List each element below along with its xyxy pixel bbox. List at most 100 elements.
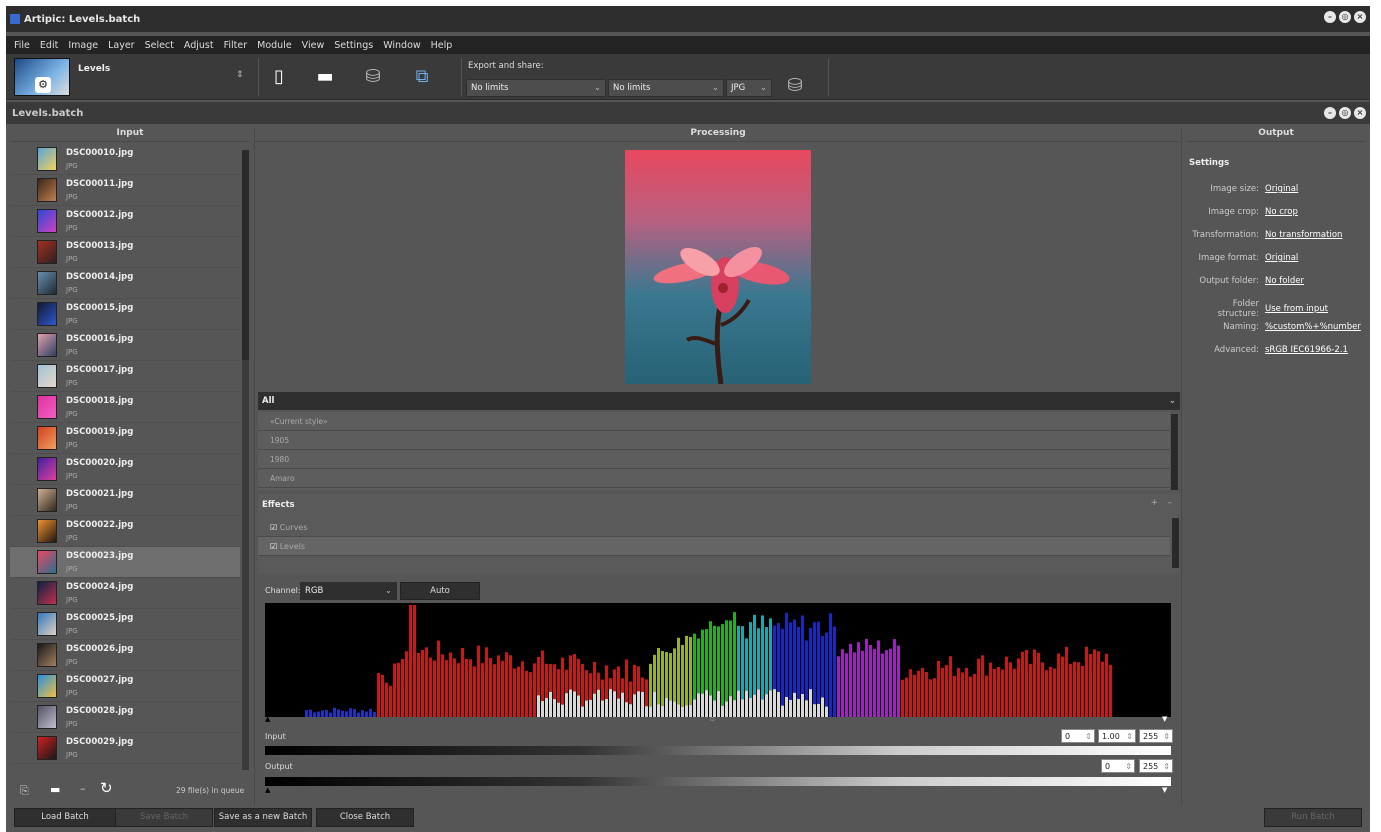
input-gradient-slider[interactable] bbox=[265, 746, 1171, 755]
histogram-bar bbox=[353, 709, 356, 717]
batch-icon[interactable]: ⧉ bbox=[411, 66, 433, 88]
setting-value-link[interactable]: Use from input bbox=[1265, 304, 1328, 314]
effect-item[interactable]: ☑ Curves bbox=[258, 518, 1170, 537]
checkbox-icon[interactable]: ☑ bbox=[270, 523, 280, 532]
input-white-field[interactable]: 255 ⇕ bbox=[1139, 729, 1173, 743]
style-item[interactable]: Amaro bbox=[258, 469, 1170, 488]
file-list-scrollbar[interactable] bbox=[242, 150, 249, 770]
histogram-mid-marker[interactable]: ▫ bbox=[710, 715, 715, 723]
file-list-item[interactable]: DSC00016.jpg JPG bbox=[10, 330, 240, 361]
setting-value-link[interactable]: %custom%+%number bbox=[1265, 322, 1361, 332]
limit-select-1[interactable]: No limits ⌄ bbox=[466, 79, 606, 97]
file-list-scrollbar-thumb[interactable] bbox=[242, 150, 249, 360]
effects-scrollbar[interactable] bbox=[1172, 518, 1179, 568]
style-item[interactable]: 1905 bbox=[258, 431, 1170, 450]
output-white-field[interactable]: 255 ⇕ bbox=[1139, 759, 1173, 773]
load-batch-button[interactable]: Load Batch bbox=[14, 808, 116, 827]
menu-image[interactable]: Image bbox=[68, 40, 98, 51]
file-list-item[interactable]: DSC00026.jpg JPG bbox=[10, 640, 240, 671]
restore-icon[interactable]: ◎ bbox=[1339, 11, 1351, 23]
menu-select[interactable]: Select bbox=[145, 40, 174, 51]
file-list-item[interactable]: DSC00025.jpg JPG bbox=[10, 609, 240, 640]
checkbox-icon[interactable]: ☑ bbox=[270, 542, 280, 551]
auto-button[interactable]: Auto bbox=[400, 582, 480, 600]
file-list-item[interactable]: DSC00013.jpg JPG bbox=[10, 237, 240, 268]
run-batch-button[interactable]: Run Batch bbox=[1264, 808, 1362, 827]
setting-value-link[interactable]: Original bbox=[1265, 253, 1298, 263]
menu-window[interactable]: Window bbox=[383, 40, 420, 51]
refresh-icon[interactable]: ↻ bbox=[100, 779, 113, 797]
menu-help[interactable]: Help bbox=[431, 40, 453, 51]
style-filter-bar[interactable]: All ⌄ bbox=[258, 392, 1180, 410]
file-list-item[interactable]: DSC00012.jpg JPG bbox=[10, 206, 240, 237]
format-select[interactable]: JPG ⌄ bbox=[726, 79, 772, 97]
menu-filter[interactable]: Filter bbox=[224, 40, 248, 51]
file-list-item[interactable]: DSC00014.jpg JPG bbox=[10, 268, 240, 299]
file-list-item[interactable]: DSC00011.jpg JPG bbox=[10, 175, 240, 206]
file-list-item[interactable]: DSC00024.jpg JPG bbox=[10, 578, 240, 609]
add-folder-icon[interactable]: ▬ bbox=[50, 783, 60, 796]
file-list-item[interactable]: DSC00018.jpg JPG bbox=[10, 392, 240, 423]
doc-restore-icon[interactable]: ◎ bbox=[1339, 107, 1351, 119]
channel-select[interactable]: RGB ⌄ bbox=[300, 582, 397, 600]
input-black-field[interactable]: 0 ⇕ bbox=[1061, 729, 1095, 743]
setting-value-link[interactable]: Original bbox=[1265, 184, 1298, 194]
histogram-bar bbox=[745, 690, 748, 717]
input-gamma-field[interactable]: 1.00 ⇕ bbox=[1098, 729, 1136, 743]
histogram-white-marker[interactable]: ▼ bbox=[1162, 715, 1167, 723]
remove-icon[interactable]: – bbox=[80, 782, 86, 795]
export-icon[interactable]: ⛁ bbox=[784, 75, 806, 97]
add-file-icon[interactable]: ⎘ bbox=[20, 784, 29, 798]
close-batch-button[interactable]: Close Batch bbox=[316, 808, 414, 827]
menu-file[interactable]: File bbox=[14, 40, 30, 51]
save-as-new-batch-button[interactable]: Save as a new Batch bbox=[214, 808, 312, 827]
menu-settings[interactable]: Settings bbox=[334, 40, 373, 51]
setting-value-link[interactable]: No crop bbox=[1265, 207, 1298, 217]
new-document-icon[interactable]: ▯ bbox=[268, 66, 290, 88]
menu-layer[interactable]: Layer bbox=[108, 40, 135, 51]
output-black-field[interactable]: 0 ⇕ bbox=[1101, 759, 1135, 773]
close-icon[interactable]: × bbox=[1354, 11, 1366, 23]
doc-minimize-icon[interactable]: – bbox=[1324, 107, 1336, 119]
menu-view[interactable]: View bbox=[302, 40, 325, 51]
preset-thumbnail[interactable]: ⚙ bbox=[14, 58, 70, 96]
file-list-item[interactable]: DSC00015.jpg JPG bbox=[10, 299, 240, 330]
remove-effect-button[interactable]: – bbox=[1168, 498, 1173, 508]
file-list-item[interactable]: DSC00023.jpg JPG bbox=[10, 547, 240, 578]
output-white-marker[interactable]: ▼ bbox=[1162, 786, 1167, 794]
save-batch-button[interactable]: Save Batch bbox=[115, 808, 213, 827]
save-icon[interactable]: ⛁ bbox=[362, 66, 384, 88]
setting-value-link[interactable]: sRGB IEC61966-2.1 bbox=[1265, 345, 1348, 355]
setting-value-link[interactable]: No folder bbox=[1265, 276, 1304, 286]
file-list-item[interactable]: DSC00010.jpg JPG bbox=[10, 144, 240, 175]
effect-item[interactable]: ☑ Levels bbox=[258, 537, 1170, 556]
file-list-item[interactable]: DSC00022.jpg JPG bbox=[10, 516, 240, 547]
doc-close-icon[interactable]: × bbox=[1354, 107, 1366, 119]
limit-select-2[interactable]: No limits ⌄ bbox=[608, 79, 724, 97]
file-list-item[interactable]: DSC00028.jpg JPG bbox=[10, 702, 240, 733]
file-type: JPG bbox=[66, 193, 78, 201]
file-list-item[interactable]: DSC00019.jpg JPG bbox=[10, 423, 240, 454]
preset-spinner-icon[interactable]: ⇕ bbox=[236, 70, 244, 80]
add-effect-button[interactable]: + bbox=[1150, 498, 1158, 508]
minimize-icon[interactable]: – bbox=[1324, 11, 1336, 23]
styles-scrollbar[interactable] bbox=[1171, 414, 1178, 490]
file-list-item[interactable]: DSC00027.jpg JPG bbox=[10, 671, 240, 702]
menu-adjust[interactable]: Adjust bbox=[184, 40, 214, 51]
output-gradient-slider[interactable] bbox=[265, 777, 1171, 786]
menu-edit[interactable]: Edit bbox=[40, 40, 58, 51]
preset-name[interactable]: Levels bbox=[78, 64, 110, 74]
histogram-bar bbox=[557, 702, 560, 717]
setting-value-link[interactable]: No transformation bbox=[1265, 230, 1342, 240]
file-list-item[interactable]: DSC00017.jpg JPG bbox=[10, 361, 240, 392]
file-list-item[interactable]: DSC00029.jpg JPG bbox=[10, 733, 240, 764]
open-folder-icon[interactable]: ▬ bbox=[314, 66, 336, 88]
file-name: DSC00025.jpg bbox=[66, 613, 134, 623]
histogram-black-marker[interactable]: ▲ bbox=[265, 715, 270, 723]
output-black-marker[interactable]: ▲ bbox=[265, 786, 270, 794]
file-list-item[interactable]: DSC00021.jpg JPG bbox=[10, 485, 240, 516]
style-item[interactable]: 1980 bbox=[258, 450, 1170, 469]
menu-module[interactable]: Module bbox=[257, 40, 292, 51]
style-item[interactable]: «Current style» bbox=[258, 412, 1170, 431]
file-list-item[interactable]: DSC00020.jpg JPG bbox=[10, 454, 240, 485]
